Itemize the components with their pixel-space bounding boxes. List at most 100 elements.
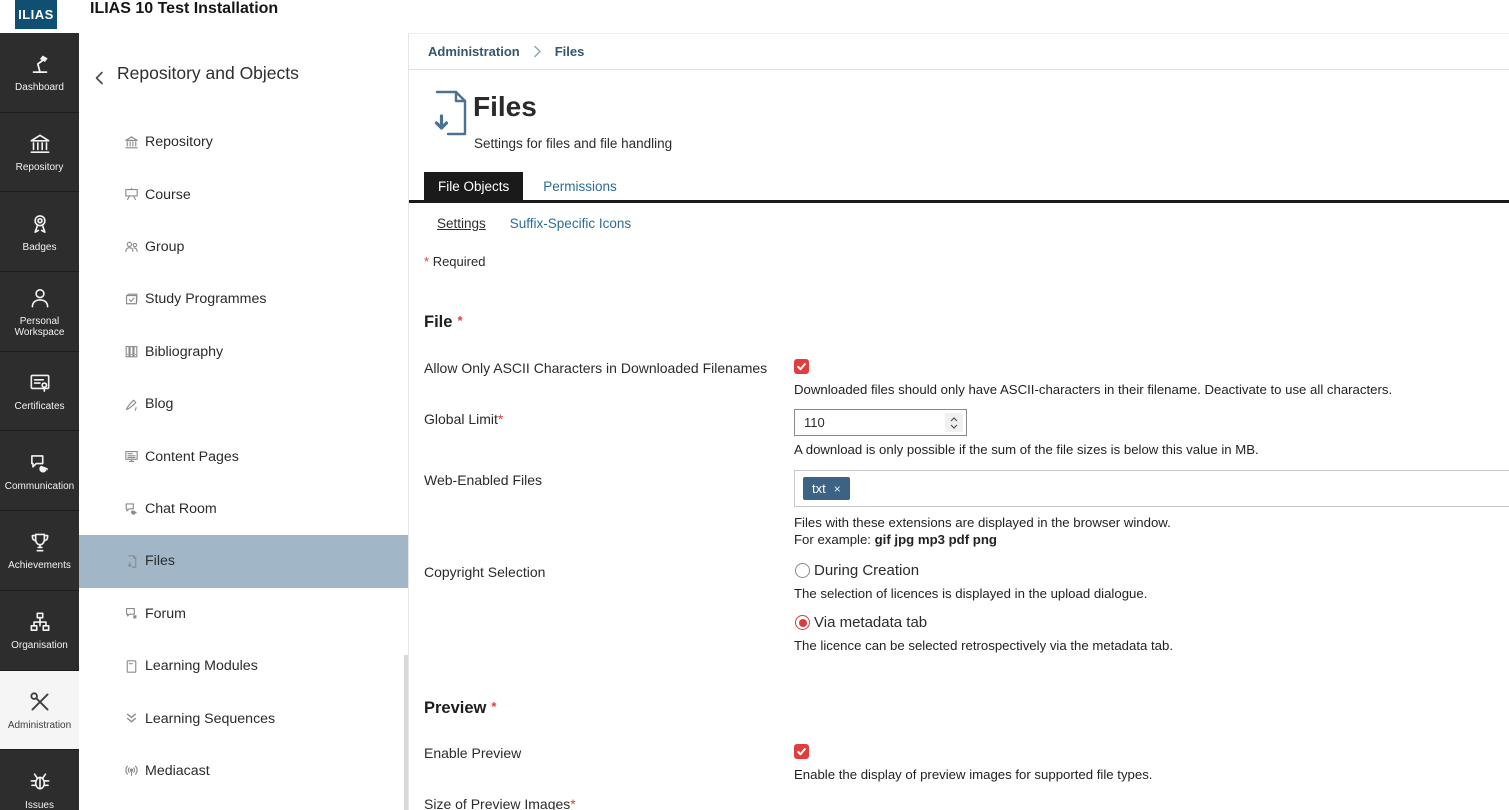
tab-permissions[interactable]: Permissions [543,172,617,201]
panel-item-label: Learning Modules [145,658,258,674]
mainbar-item-label: Communication [3,481,76,492]
panel-item-study-programmes[interactable]: Study Programmes [79,273,408,325]
radio-label: Via metadata tab [814,614,927,631]
required-asterisk: * [570,796,575,810]
panel-item-chat-room[interactable]: Chat Room [79,483,408,535]
panel-item-forum[interactable]: Forum [79,588,408,640]
broadcast-icon [123,762,140,779]
required-asterisk: * [457,313,462,328]
subtab-suffix-specific-icons[interactable]: Suffix-Specific Icons [510,216,631,231]
ilias-logo[interactable]: ILIAS [15,0,57,29]
forum-bubble-icon [123,605,140,622]
panel-item-bibliography[interactable]: Bibliography [79,326,408,378]
radio-icon[interactable] [795,563,810,578]
web-enabled-files-taginput[interactable]: txt × [794,470,1509,507]
breadcrumb-item-files[interactable]: Files [555,44,585,59]
panel-item-learning-modules[interactable]: Learning Modules [79,640,408,692]
mainbar-item-label: Certificates [12,401,66,412]
panel-item-label: Repository [145,134,213,150]
panel-item-label: Group [145,239,184,255]
panel-item-course[interactable]: Course [79,168,408,220]
mainbar-item-badges[interactable]: Badges [0,192,79,272]
field-label-preview-size: Size of Preview Images* [424,796,576,810]
field-help-global-limit: A download is only possible if the sum o… [794,442,1259,457]
top-bar: ILIAS ILIAS 10 Test Installation [0,0,1509,33]
trophy-icon [27,529,53,555]
main-navigation: Dashboard Repository Badges Personal Wor… [0,33,79,810]
mainbar-item-communication[interactable]: Communication [0,431,79,511]
certificate-icon [27,370,53,396]
tab-file-objects[interactable]: File Objects [424,172,523,201]
panel-item-label: Forum [145,606,186,622]
breadcrumb-item-administration[interactable]: Administration [428,44,520,59]
required-asterisk: * [498,411,503,427]
field-label-copyright: Copyright Selection [424,564,545,580]
field-label-global-limit: Global Limit* [424,411,503,427]
panel-item-label: Chat Room [145,501,217,517]
section-heading-preview: Preview* [424,699,496,718]
field-help-web-enabled-example: For example: gif jpg mp3 pdf png [794,532,997,547]
field-label-enable-preview: Enable Preview [424,745,521,761]
mainbar-item-certificates[interactable]: Certificates [0,352,79,432]
file-download-icon [434,90,468,136]
back-chevron-icon[interactable] [91,69,109,87]
field-label-ascii: Allow Only ASCII Characters in Downloade… [424,360,767,376]
breadcrumb-separator-icon [533,45,542,58]
mainbar-item-repository[interactable]: Repository [0,113,79,193]
breadcrumb: Administration Files [409,33,1509,70]
page-title: Files [473,91,537,123]
mainbar-item-label: Dashboard [13,82,66,93]
mainbar-item-label: Administration [6,720,73,731]
mainbar-item-dashboard[interactable]: Dashboard [0,33,79,113]
bug-icon [27,769,53,795]
mainbar-item-label: Repository [14,162,66,173]
radio-option-during-creation[interactable]: During Creation [795,562,919,579]
tools-icon [27,689,53,715]
mainbar-item-achievements[interactable]: Achievements [0,511,79,591]
panel-item-mediacast[interactable]: Mediacast [79,745,408,797]
panel-item-label: Course [145,187,191,203]
mainbar-item-label: Achievements [6,560,73,571]
radio-label: During Creation [814,562,919,579]
mainbar-item-organisation[interactable]: Organisation [0,591,79,671]
radio-option-via-metadata[interactable]: Via metadata tab [795,614,927,631]
tag-chip-txt: txt × [803,477,850,500]
section-heading-file: File* [424,313,463,332]
double-chevron-icon [123,710,140,727]
mainbar-item-administration[interactable]: Administration [0,671,79,751]
books-icon [123,343,140,360]
check-icon [796,746,807,757]
mainbar-item-label: Organisation [9,640,70,651]
panel-item-blog[interactable]: Blog [79,378,408,430]
panel-item-learning-sequences[interactable]: Learning Sequences [79,692,408,744]
tab-underline [409,200,1509,203]
checked-box-icon [123,291,140,308]
remove-tag-icon[interactable]: × [834,483,841,495]
panel-item-label: Content Pages [145,449,239,465]
panel-item-repository[interactable]: Repository [79,116,408,168]
mainbar-item-label: Issues [23,800,56,810]
field-help-ascii: Downloaded files should only have ASCII-… [794,382,1392,397]
global-limit-input[interactable] [795,410,966,435]
book-icon [123,658,140,675]
subtab-settings[interactable]: Settings [437,216,486,231]
field-label-web-enabled: Web-Enabled Files [424,472,542,488]
ascii-checkbox[interactable] [794,359,809,374]
panel-item-label: Bibliography [145,344,223,360]
mainbar-item-personal-workspace[interactable]: Personal Workspace [0,272,79,352]
bank-icon [123,134,140,151]
bank-icon [27,131,53,157]
field-help-web-enabled: Files with these extensions are displaye… [794,515,1171,530]
file-download-icon [123,553,140,570]
mainbar-item-issues[interactable]: Issues [0,750,79,810]
panel-item-label: Mediacast [145,763,210,779]
radio-help-via-metadata: The licence can be selected retrospectiv… [794,638,1173,653]
panel-item-group[interactable]: Group [79,221,408,273]
panel-item-files[interactable]: Files [79,535,408,587]
org-chart-icon [27,609,53,635]
panel-item-label: Files [145,553,175,569]
radio-selected-icon[interactable] [795,615,810,630]
number-spinner[interactable] [945,413,963,432]
panel-item-content-pages[interactable]: Content Pages [79,430,408,482]
enable-preview-checkbox[interactable] [794,744,809,759]
